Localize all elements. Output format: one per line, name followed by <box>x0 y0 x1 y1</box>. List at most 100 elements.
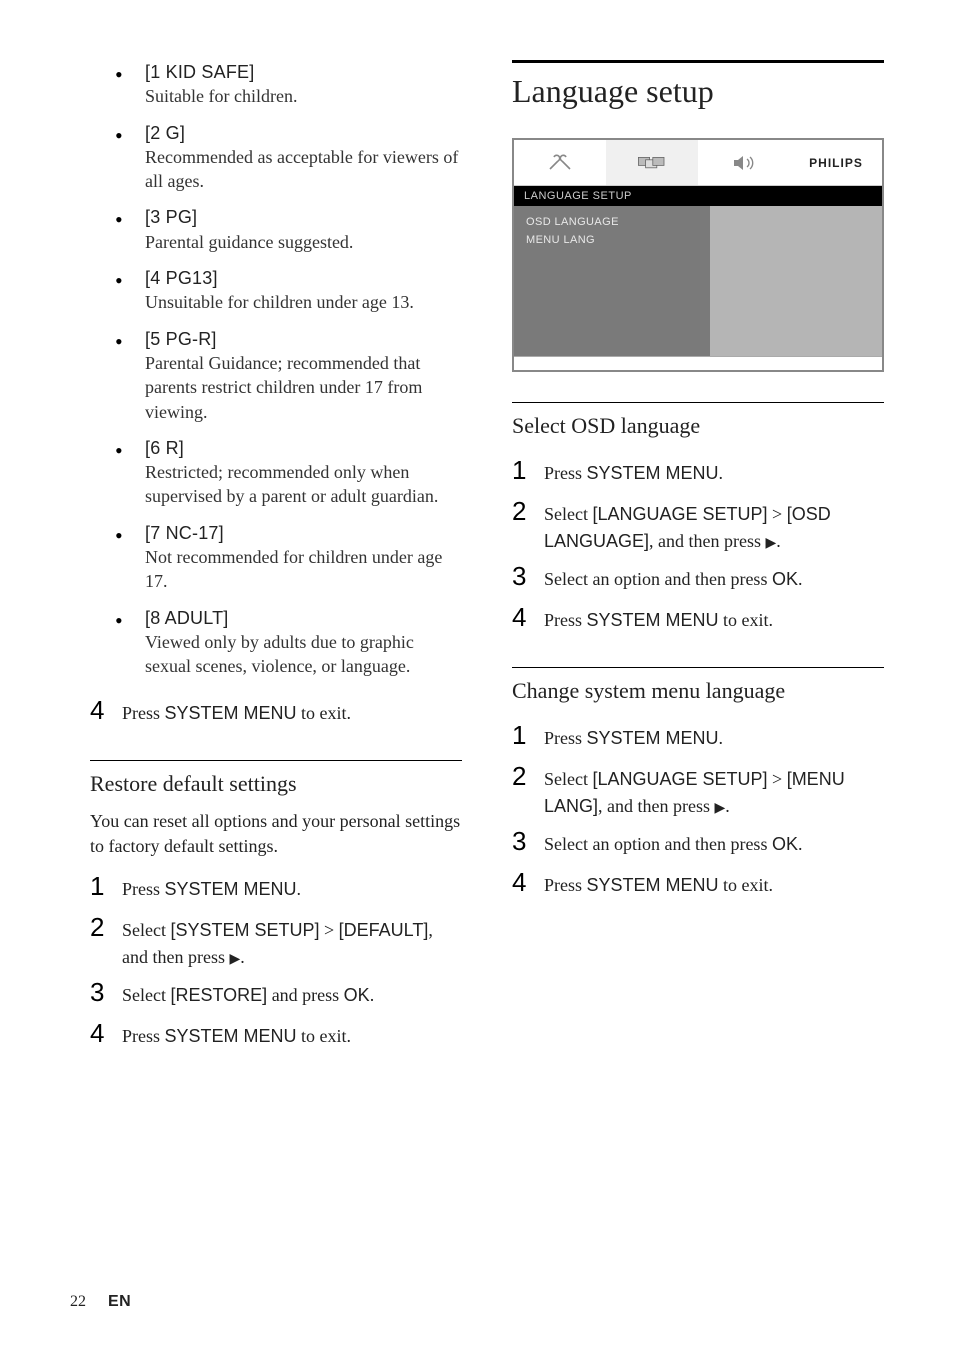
right-arrow-icon: ▶ <box>229 952 240 967</box>
step-text: Select [RESTORE] and press OK. <box>122 982 462 1009</box>
divider <box>90 760 462 761</box>
osd-content-pane <box>710 206 882 356</box>
step-text: Select [LANGUAGE SETUP] > [OSD LANGUAGE]… <box>544 501 884 555</box>
step-text: Press SYSTEM MENU to exit. <box>122 1023 462 1050</box>
step-number: 3 <box>512 557 526 596</box>
left-column: [1 KID SAFE]Suitable for children. [2 G]… <box>70 60 462 1055</box>
step-text: Press SYSTEM MENU to exit. <box>122 700 462 727</box>
rating-desc: Viewed only by adults due to graphic sex… <box>145 630 462 679</box>
page-language: EN <box>108 1293 131 1310</box>
step-text: Press SYSTEM MENU. <box>122 876 462 903</box>
rating-label: [6 R] <box>145 438 184 458</box>
osd-body: OSD LANGUAGE MENU LANG <box>514 206 882 356</box>
osd-screenshot: PHILIPS LANGUAGE SETUP OSD LANGUAGE MENU… <box>512 138 884 372</box>
restore-heading: Restore default settings <box>90 771 462 797</box>
step-number: 1 <box>90 867 104 906</box>
change-menu-lang-steps: 1 Press SYSTEM MENU. 2 Select [LANGUAGE SE… <box>512 716 884 902</box>
rating-item: [8 ADULT]Viewed only by adults due to gr… <box>115 606 462 679</box>
step-text: Press SYSTEM MENU to exit. <box>544 872 884 899</box>
step-text: Press SYSTEM MENU to exit. <box>544 607 884 634</box>
language-tab-icon <box>606 140 698 185</box>
rating-item: [1 KID SAFE]Suitable for children. <box>115 60 462 109</box>
step-item: 2 Select [LANGUAGE SETUP] > [OSD LANGUAGE… <box>512 492 884 555</box>
step-number: 3 <box>512 822 526 861</box>
step-number: 1 <box>512 451 526 490</box>
step-text: Select [SYSTEM SETUP] > [DEFAULT], and t… <box>122 917 462 971</box>
osd-footer <box>514 356 882 370</box>
settings-tab-icon <box>514 140 606 185</box>
select-osd-steps: 1 Press SYSTEM MENU. 2 Select [LANGUAGE SE… <box>512 451 884 637</box>
rating-item: [2 G]Recommended as acceptable for viewe… <box>115 121 462 194</box>
rating-desc: Unsuitable for children under age 13. <box>145 290 462 314</box>
page-footer: 22 EN <box>70 1293 131 1311</box>
right-arrow-icon: ▶ <box>715 801 726 816</box>
tools-icon <box>544 151 576 175</box>
osd-menu-list: OSD LANGUAGE MENU LANG <box>514 206 710 356</box>
osd-menu-item: MENU LANG <box>526 234 698 246</box>
restore-steps: 1 Press SYSTEM MENU. 2 Select [SYSTEM SE… <box>90 867 462 1053</box>
osd-tab-bar: PHILIPS <box>514 140 882 186</box>
step-number: 2 <box>512 492 526 531</box>
rating-desc: Restricted; recommended only when superv… <box>145 460 462 509</box>
step-text: Select an option and then press OK. <box>544 566 884 593</box>
step-item: 1 Press SYSTEM MENU. <box>512 716 884 755</box>
osd-menu-item: OSD LANGUAGE <box>526 216 698 228</box>
osd-title: LANGUAGE SETUP <box>514 186 882 206</box>
step-item: 4 Press SYSTEM MENU to exit. <box>90 691 462 730</box>
step-number: 2 <box>512 757 526 796</box>
rating-desc: Recommended as acceptable for viewers of… <box>145 145 462 194</box>
step-item: 1 Press SYSTEM MENU. <box>512 451 884 490</box>
step-item: 4 Press SYSTEM MENU to exit. <box>90 1014 462 1053</box>
rating-item: [7 NC-17]Not recommended for children un… <box>115 521 462 594</box>
rating-label: [1 KID SAFE] <box>145 62 254 82</box>
flags-icon <box>636 151 668 175</box>
rating-label: [7 NC-17] <box>145 523 224 543</box>
right-arrow-icon: ▶ <box>766 536 777 551</box>
rating-desc: Suitable for children. <box>145 84 462 108</box>
step-item: 2 Select [LANGUAGE SETUP] > [MENU LANG], … <box>512 757 884 820</box>
step-item: 2 Select [SYSTEM SETUP] > [DEFAULT], and… <box>90 908 462 971</box>
rating-label: [8 ADULT] <box>145 608 229 628</box>
rating-label: [3 PG] <box>145 207 197 227</box>
step-number: 4 <box>90 691 104 730</box>
step-item: 4 Press SYSTEM MENU to exit. <box>512 598 884 637</box>
audio-tab-icon <box>698 140 790 185</box>
ratings-list: [1 KID SAFE]Suitable for children. [2 G]… <box>90 60 462 679</box>
page-number: 22 <box>70 1293 86 1310</box>
right-column: Language setup PHILIPS <box>512 60 884 1055</box>
step-number: 4 <box>512 598 526 637</box>
change-menu-lang-heading: Change system menu language <box>512 678 884 704</box>
rating-desc: Not recommended for children under age 1… <box>145 545 462 594</box>
heading-rule <box>512 60 884 63</box>
rating-desc: Parental guidance suggested. <box>145 230 462 254</box>
divider <box>512 402 884 403</box>
step-number: 1 <box>512 716 526 755</box>
step-item: 1 Press SYSTEM MENU. <box>90 867 462 906</box>
step-item: 3 Select an option and then press OK. <box>512 822 884 861</box>
language-setup-heading: Language setup <box>512 73 884 110</box>
step-text: Press SYSTEM MENU. <box>544 460 884 487</box>
rating-item: [3 PG] Parental guidance suggested. <box>115 205 462 254</box>
step-text: Press SYSTEM MENU. <box>544 725 884 752</box>
step-text: Select an option and then press OK. <box>544 831 884 858</box>
brand-label: PHILIPS <box>809 156 863 170</box>
rating-label: [2 G] <box>145 123 185 143</box>
rating-label: [5 PG-R] <box>145 329 217 349</box>
step-number: 4 <box>512 863 526 902</box>
step-text: Select [LANGUAGE SETUP] > [MENU LANG], a… <box>544 766 884 820</box>
step-number: 4 <box>90 1014 104 1053</box>
brand-tab: PHILIPS <box>790 140 882 185</box>
rating-desc: Parental Guidance; recommended that pare… <box>145 351 462 424</box>
select-osd-heading: Select OSD language <box>512 413 884 439</box>
step-item: 3 Select [RESTORE] and press OK. <box>90 973 462 1012</box>
divider <box>512 667 884 668</box>
speaker-icon <box>728 151 760 175</box>
rating-item: [5 PG-R]Parental Guidance; recommended t… <box>115 327 462 424</box>
step-item: 3 Select an option and then press OK. <box>512 557 884 596</box>
rating-item: [6 R]Restricted; recommended only when s… <box>115 436 462 509</box>
step-number: 3 <box>90 973 104 1012</box>
restore-intro: You can reset all options and your perso… <box>90 809 462 859</box>
rating-item: [4 PG13]Unsuitable for children under ag… <box>115 266 462 315</box>
rating-label: [4 PG13] <box>145 268 218 288</box>
step-number: 2 <box>90 908 104 947</box>
